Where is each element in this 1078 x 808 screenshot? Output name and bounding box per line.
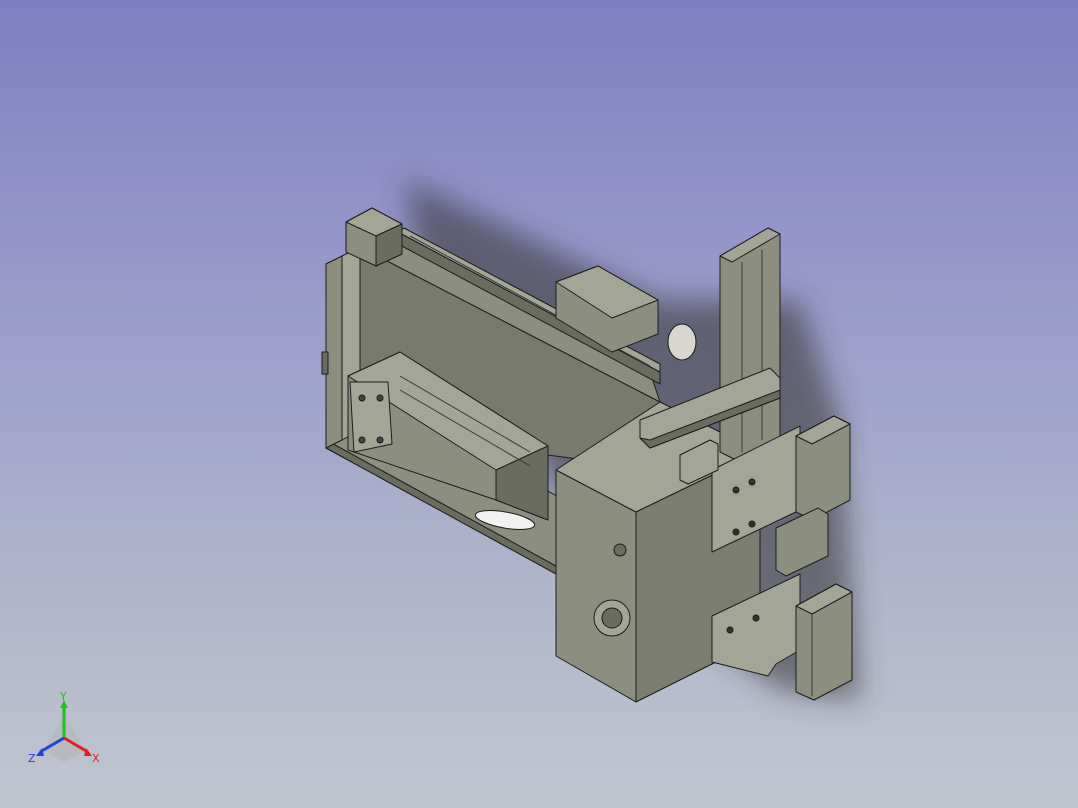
x-axis-label: X	[92, 752, 100, 765]
y-axis-label: Y	[59, 692, 67, 703]
z-axis-label: Z	[28, 752, 36, 765]
cad-assembly-model[interactable]	[0, 0, 1078, 808]
upper-cylinder	[795, 415, 851, 521]
vertical-rail	[719, 227, 781, 463]
lower-cylinder	[795, 583, 853, 701]
3d-viewport[interactable]: Y X Z	[0, 0, 1078, 808]
axis-triad: Y X Z	[28, 692, 100, 765]
